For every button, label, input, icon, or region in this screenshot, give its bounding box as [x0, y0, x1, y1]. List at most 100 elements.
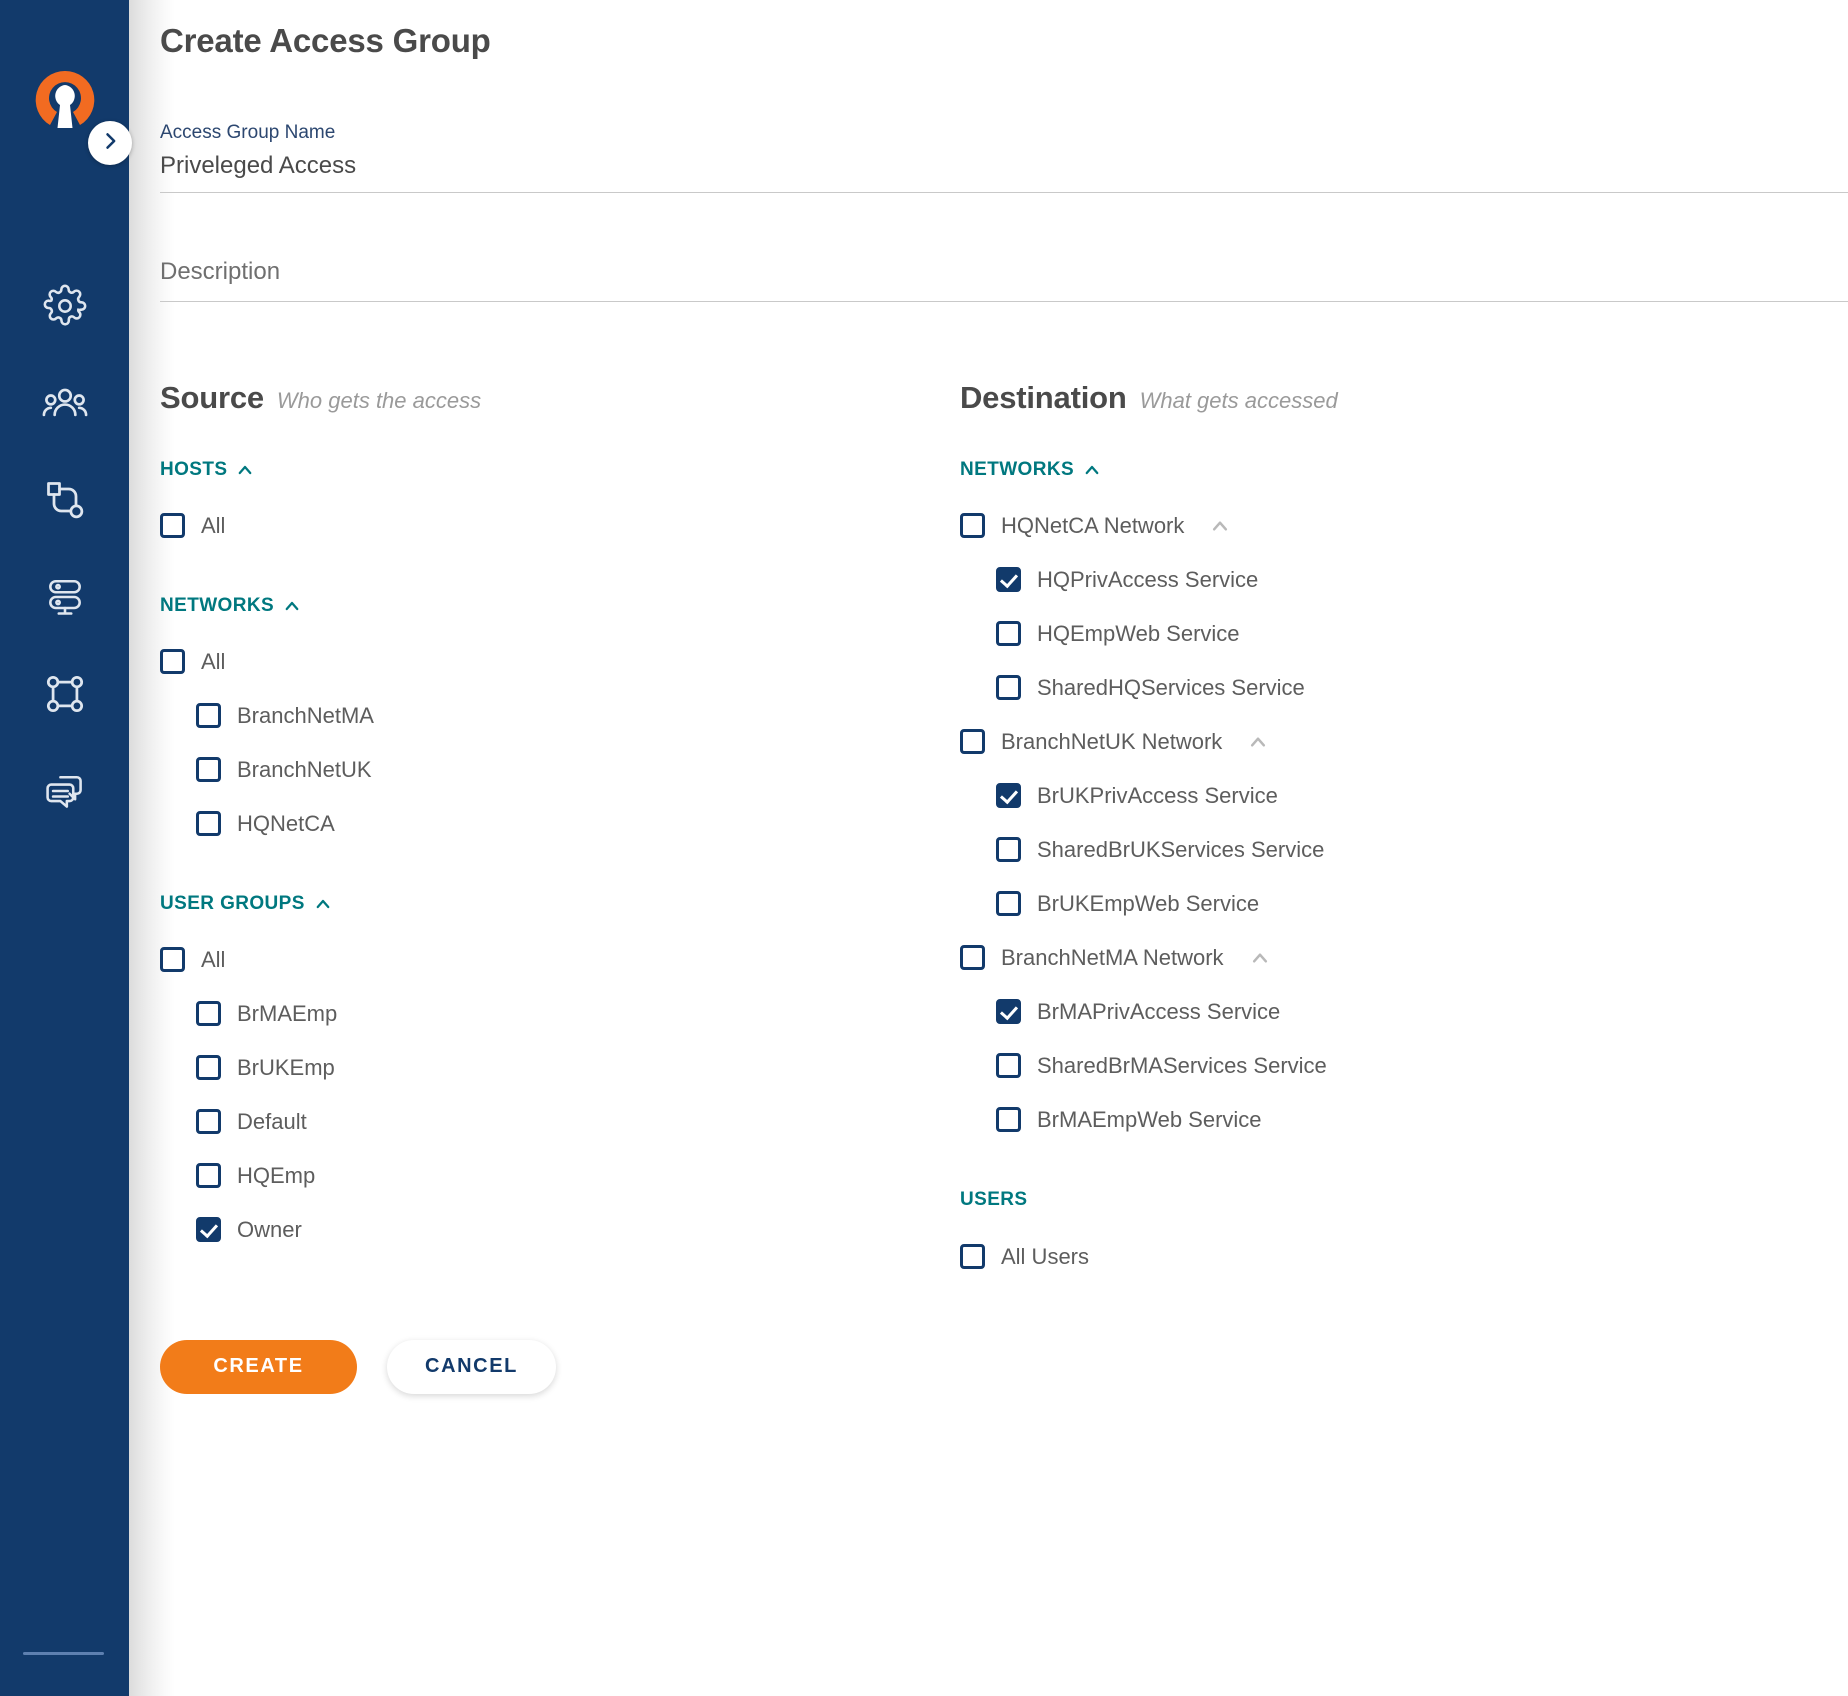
checkbox-label: BrMAPrivAccess Service [1037, 999, 1280, 1025]
checkbox-row[interactable]: BrUKPrivAccess Service [960, 769, 1848, 823]
checkbox-row[interactable]: All [160, 499, 960, 553]
checkbox-unchecked[interactable] [196, 1109, 221, 1134]
form-content: Create Access Group Access Group Name Pr… [129, 0, 1848, 1696]
form-actions: CREATE CANCEL [160, 1340, 1848, 1394]
chevron-up-icon[interactable] [1248, 732, 1268, 752]
source-section-header-networks[interactable]: NETWORKS [160, 595, 301, 617]
destination-section-header-networks[interactable]: NETWORKS [960, 459, 1101, 481]
checkbox-row[interactable]: All [160, 933, 960, 987]
checkbox-label: HQPrivAccess Service [1037, 567, 1258, 593]
sidebar-item-users[interactable] [38, 376, 92, 430]
chevron-up-icon[interactable] [314, 895, 332, 913]
checkbox-checked[interactable] [996, 783, 1021, 808]
checkbox-row[interactable]: All Users [960, 1230, 1848, 1284]
sidebar-expand-button[interactable] [88, 121, 132, 165]
chevron-up-icon[interactable] [1083, 461, 1101, 479]
checkbox-unchecked[interactable] [996, 837, 1021, 862]
source-section-header-hosts[interactable]: HOSTS [160, 459, 254, 481]
checkbox-unchecked[interactable] [160, 513, 185, 538]
checkbox-row[interactable]: BrUKEmpWeb Service [960, 877, 1848, 931]
checkbox-row[interactable]: Default [160, 1095, 960, 1149]
section-gap [960, 1147, 1848, 1189]
chevron-up-icon[interactable] [1250, 948, 1270, 968]
sidebar-item-network[interactable] [38, 667, 92, 721]
cancel-button[interactable]: CANCEL [387, 1340, 556, 1394]
checkbox-row[interactable]: HQNetCA [160, 797, 960, 851]
checkbox-label: BranchNetMA Network [1001, 945, 1224, 971]
chevron-up-icon[interactable] [236, 461, 254, 479]
checkbox-row[interactable]: HQEmp [160, 1149, 960, 1203]
checkbox-row[interactable]: BrMAEmpWeb Service [960, 1093, 1848, 1147]
checkbox-row[interactable]: BrMAEmp [160, 987, 960, 1041]
checkbox-row[interactable]: BranchNetUK Network [960, 715, 1848, 769]
checkbox-label: BrUKPrivAccess Service [1037, 783, 1278, 809]
sidebar-item-connectors[interactable] [38, 473, 92, 527]
description-field[interactable]: Description [160, 256, 1848, 301]
section-label-text: USERS [960, 1189, 1027, 1211]
source-destination-columns: Source Who gets the access HOSTSAllNETWO… [160, 380, 1848, 1284]
main-panel: Create Access Group Access Group Name Pr… [129, 0, 1848, 1696]
checkbox-label: All [201, 947, 225, 973]
checkbox-unchecked[interactable] [160, 947, 185, 972]
checkbox-unchecked[interactable] [996, 891, 1021, 916]
sidebar-item-messages[interactable] [38, 764, 92, 818]
checkbox-row[interactable]: All [160, 635, 960, 689]
checkbox-unchecked[interactable] [960, 945, 985, 970]
checkbox-label: HQEmp [237, 1163, 315, 1189]
checkbox-unchecked[interactable] [996, 1053, 1021, 1078]
checkbox-unchecked[interactable] [960, 1244, 985, 1269]
source-section-header-user-groups[interactable]: USER GROUPS [160, 893, 332, 915]
chevron-up-icon[interactable] [1210, 516, 1230, 536]
access-group-name-input[interactable]: Priveleged Access [160, 150, 1848, 193]
checkbox-row[interactable]: HQEmpWeb Service [960, 607, 1848, 661]
checkbox-label: BranchNetUK Network [1001, 729, 1222, 755]
checkbox-row[interactable]: Owner [160, 1203, 960, 1257]
checkbox-unchecked[interactable] [996, 675, 1021, 700]
checkbox-row[interactable]: BranchNetMA [160, 689, 960, 743]
checkbox-checked[interactable] [996, 999, 1021, 1024]
checkbox-unchecked[interactable] [196, 703, 221, 728]
access-group-name-field[interactable]: Access Group Name Priveleged Access [160, 122, 1848, 193]
checkbox-unchecked[interactable] [196, 1001, 221, 1026]
left-sidebar [0, 0, 129, 1696]
checkbox-unchecked[interactable] [196, 757, 221, 782]
checkbox-unchecked[interactable] [996, 1107, 1021, 1132]
sidebar-nav [38, 279, 92, 818]
chat-bubbles-icon [43, 769, 87, 813]
destination-column: Destination What gets accessed NETWORKSH… [960, 380, 1848, 1284]
network-topology-icon [43, 672, 87, 716]
checkbox-label: HQNetCA Network [1001, 513, 1184, 539]
sidebar-item-settings[interactable] [38, 279, 92, 333]
checkbox-label: BrMAEmp [237, 1001, 337, 1027]
checkbox-label: SharedBrMAServices Service [1037, 1053, 1327, 1079]
checkbox-row[interactable]: HQNetCA Network [960, 499, 1848, 553]
checkbox-row[interactable]: HQPrivAccess Service [960, 553, 1848, 607]
checkbox-label: BranchNetMA [237, 703, 374, 729]
description-input[interactable]: Description [160, 256, 1848, 301]
checkbox-row[interactable]: BrMAPrivAccess Service [960, 985, 1848, 1039]
checkbox-unchecked[interactable] [960, 729, 985, 754]
checkbox-row[interactable]: BranchNetMA Network [960, 931, 1848, 985]
checkbox-checked[interactable] [996, 567, 1021, 592]
chevron-up-icon[interactable] [283, 597, 301, 615]
checkbox-row[interactable]: SharedBrUKServices Service [960, 823, 1848, 877]
checkbox-unchecked[interactable] [196, 1055, 221, 1080]
users-group-icon [42, 380, 88, 426]
flow-node-icon [43, 478, 87, 522]
access-group-name-label: Access Group Name [160, 122, 1848, 145]
checkbox-row[interactable]: BranchNetUK [160, 743, 960, 797]
sidebar-item-servers[interactable] [38, 570, 92, 624]
checkbox-row[interactable]: BrUKEmp [160, 1041, 960, 1095]
checkbox-row[interactable]: SharedBrMAServices Service [960, 1039, 1848, 1093]
checkbox-unchecked[interactable] [196, 811, 221, 836]
section-gap [160, 851, 960, 893]
checkbox-unchecked[interactable] [996, 621, 1021, 646]
checkbox-unchecked[interactable] [960, 513, 985, 538]
server-stack-icon [43, 575, 87, 619]
checkbox-unchecked[interactable] [160, 649, 185, 674]
checkbox-row[interactable]: SharedHQServices Service [960, 661, 1848, 715]
checkbox-unchecked[interactable] [196, 1163, 221, 1188]
section-label-text: HOSTS [160, 459, 227, 481]
create-button[interactable]: CREATE [160, 1340, 357, 1394]
checkbox-checked[interactable] [196, 1217, 221, 1242]
